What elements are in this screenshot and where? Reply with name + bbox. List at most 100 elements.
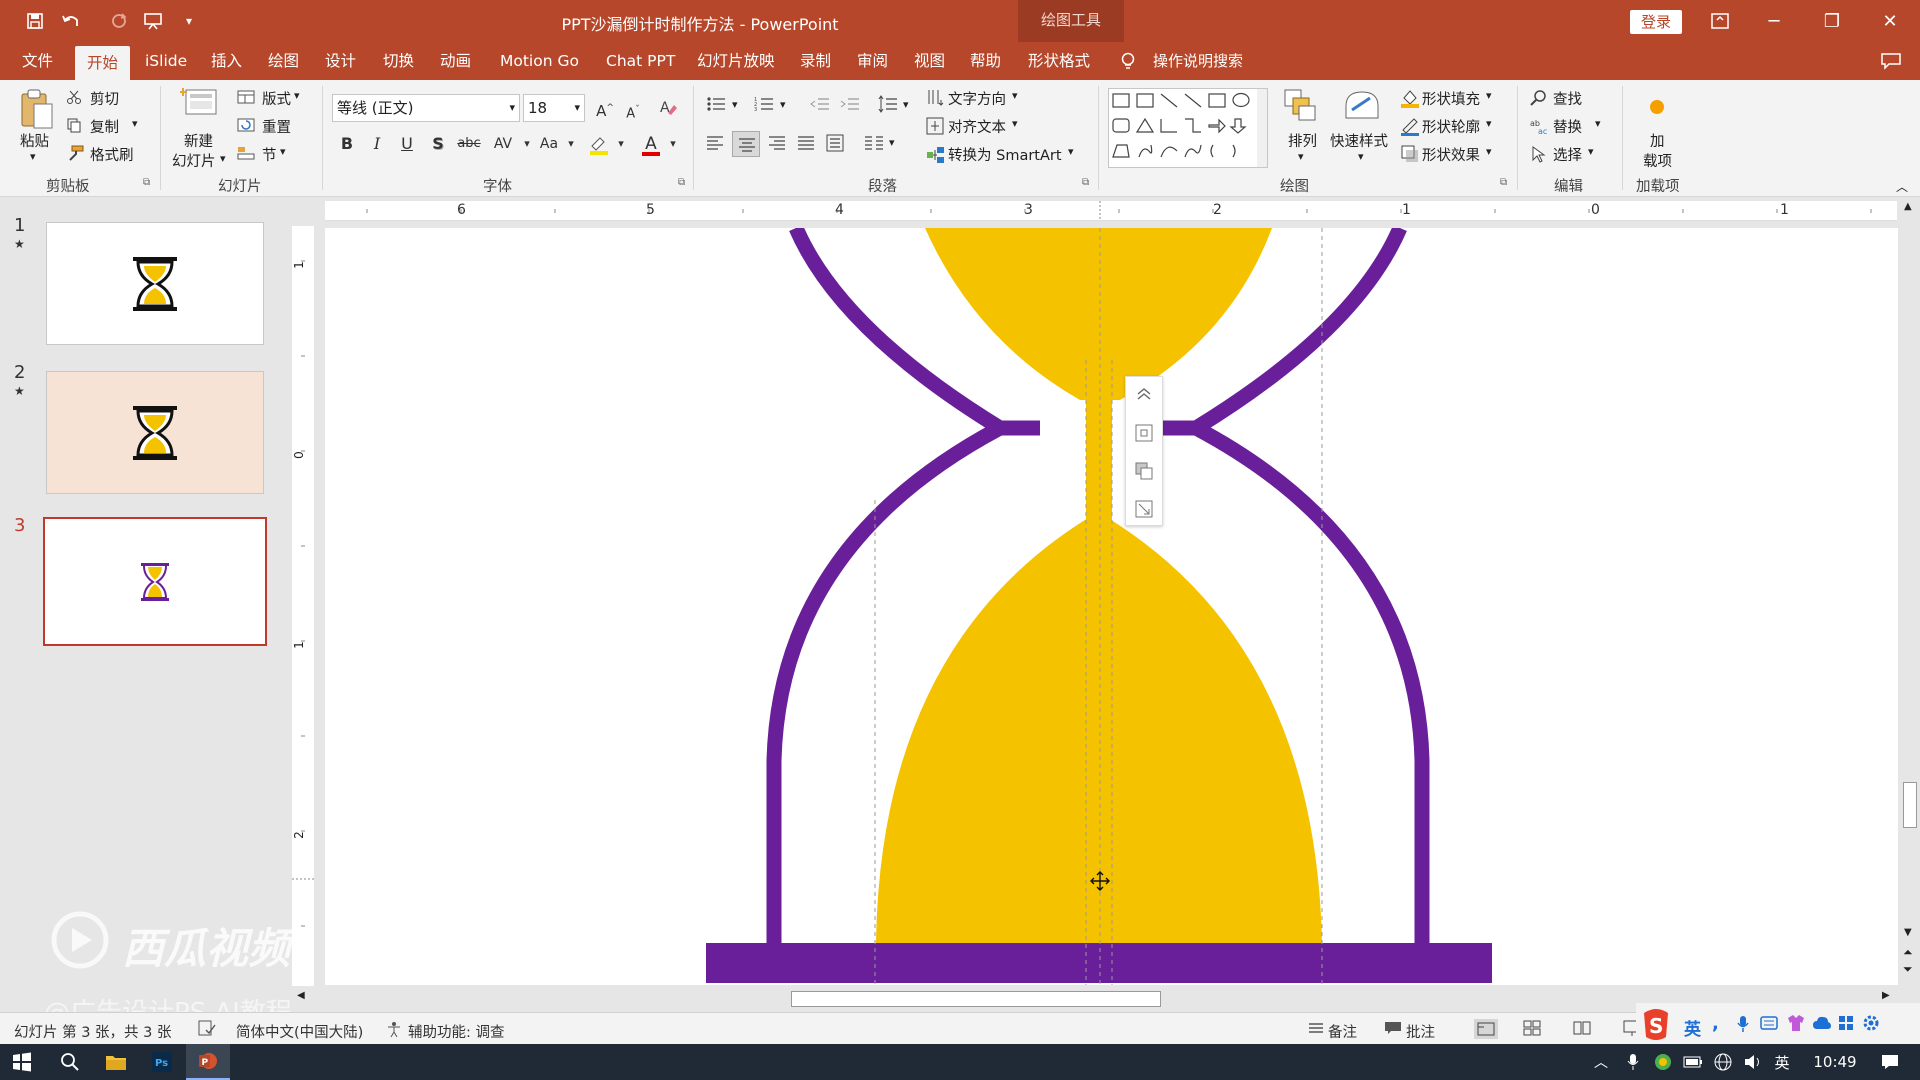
select-label[interactable]: 选择 bbox=[1553, 144, 1582, 165]
present-icon[interactable] bbox=[140, 8, 166, 34]
align-left-icon[interactable] bbox=[706, 135, 724, 151]
text-direction-label[interactable]: 文字方向 bbox=[948, 88, 1006, 109]
ime-cloud-icon[interactable] bbox=[1812, 1015, 1832, 1031]
bold-button[interactable]: B bbox=[336, 132, 358, 156]
bullets-dropdown-icon[interactable]: ▾ bbox=[732, 98, 738, 111]
replace-label[interactable]: 替换 bbox=[1553, 116, 1582, 137]
save-icon[interactable] bbox=[22, 8, 48, 34]
accessibility-status[interactable]: 辅助功能: 调查 bbox=[408, 1021, 505, 1042]
tab-animations[interactable]: 动画 bbox=[440, 42, 471, 80]
format-painter-label[interactable]: 格式刷 bbox=[90, 144, 134, 165]
change-case-dropdown-icon[interactable]: ▾ bbox=[560, 132, 582, 156]
collapse-ribbon-icon[interactable]: ︿ bbox=[1896, 178, 1908, 195]
smartart-icon[interactable] bbox=[926, 146, 946, 164]
drawing-launcher-icon[interactable]: ⧉ bbox=[1500, 177, 1507, 188]
clipboard-launcher-icon[interactable]: ⧉ bbox=[143, 177, 150, 188]
next-slide-icon[interactable]: ⏷ bbox=[1903, 962, 1913, 977]
ime-mic-icon[interactable] bbox=[1736, 1015, 1750, 1033]
close-button[interactable]: ✕ bbox=[1870, 6, 1910, 36]
new-slide-label-1[interactable]: 新建 bbox=[184, 130, 213, 151]
addins-label-1[interactable]: 加 bbox=[1650, 130, 1665, 151]
increase-indent-icon[interactable] bbox=[840, 96, 860, 112]
slide-thumbnail-2[interactable] bbox=[46, 371, 264, 494]
grow-font-button[interactable]: A^ bbox=[594, 96, 616, 120]
layout-dropdown-icon[interactable]: ▾ bbox=[294, 89, 300, 102]
layout-icon[interactable] bbox=[237, 90, 255, 104]
find-icon[interactable] bbox=[1530, 89, 1548, 107]
sand-bottom[interactable] bbox=[876, 512, 1322, 944]
font-launcher-icon[interactable]: ⧉ bbox=[678, 177, 685, 188]
text-direction-icon[interactable] bbox=[926, 88, 944, 106]
start-button-icon[interactable] bbox=[0, 1044, 44, 1080]
slide-thumbnail-3[interactable] bbox=[43, 517, 267, 646]
paste-label[interactable]: 粘贴 bbox=[20, 130, 49, 151]
align-right-icon[interactable] bbox=[768, 135, 786, 151]
italic-button[interactable]: I bbox=[366, 132, 388, 156]
scroll-left-icon[interactable]: ◀ bbox=[297, 990, 305, 1001]
arrange-label[interactable]: 排列 bbox=[1288, 130, 1317, 151]
shape-outline-label[interactable]: 形状轮廓 bbox=[1422, 116, 1480, 137]
tray-ime-indicator[interactable]: 英 bbox=[1768, 1044, 1796, 1080]
spell-check-icon[interactable] bbox=[198, 1020, 216, 1036]
undo-icon[interactable] bbox=[58, 8, 84, 34]
line-spacing-icon[interactable] bbox=[878, 95, 898, 113]
scroll-up-icon[interactable]: ▲ bbox=[1904, 201, 1912, 212]
quick-styles-icon[interactable] bbox=[1342, 88, 1382, 124]
align-text-label[interactable]: 对齐文本 bbox=[948, 116, 1006, 137]
crop-resize-icon[interactable] bbox=[1134, 499, 1154, 519]
shape-fill-label[interactable]: 形状填充 bbox=[1422, 88, 1480, 109]
numbering-dropdown-icon[interactable]: ▾ bbox=[780, 98, 786, 111]
slide-sorter-icon[interactable] bbox=[1522, 1019, 1542, 1037]
tab-chat-ppt[interactable]: Chat PPT bbox=[606, 42, 675, 80]
tab-record[interactable]: 录制 bbox=[800, 42, 831, 80]
notes-icon[interactable] bbox=[1308, 1021, 1324, 1035]
notes-button[interactable]: 备注 bbox=[1328, 1021, 1357, 1042]
scroll-thumb[interactable] bbox=[1903, 782, 1917, 828]
ribbon-display-icon[interactable] bbox=[1700, 6, 1740, 36]
tray-network-icon[interactable] bbox=[1708, 1044, 1738, 1080]
shapes-gallery[interactable] bbox=[1108, 88, 1268, 168]
slide-canvas[interactable] bbox=[325, 228, 1898, 985]
customize-qat-icon[interactable]: ▾ bbox=[176, 8, 202, 34]
paragraph-launcher-icon[interactable]: ⧉ bbox=[1082, 177, 1089, 188]
bullets-icon[interactable] bbox=[706, 96, 726, 112]
shrink-font-button[interactable]: Aˇ bbox=[622, 98, 644, 122]
copy-dropdown-icon[interactable]: ▾ bbox=[132, 117, 138, 130]
section-icon[interactable] bbox=[237, 146, 255, 160]
underline-button[interactable]: U bbox=[396, 132, 418, 156]
find-label[interactable]: 查找 bbox=[1553, 88, 1582, 109]
new-slide-dropdown-icon[interactable]: ▾ bbox=[220, 152, 226, 165]
tab-slideshow[interactable]: 幻灯片放映 bbox=[697, 42, 775, 80]
layout-label[interactable]: 版式 bbox=[262, 88, 291, 109]
tab-shape-format[interactable]: 形状格式 bbox=[1028, 42, 1090, 80]
tab-review[interactable]: 审阅 bbox=[857, 42, 888, 80]
shape-style-icon[interactable] bbox=[1134, 461, 1154, 481]
normal-view-icon[interactable] bbox=[1474, 1019, 1498, 1039]
text-direction-dropdown-icon[interactable]: ▾ bbox=[1012, 89, 1018, 102]
highlight-icon[interactable] bbox=[588, 134, 610, 156]
scroll-down-icon[interactable]: ▼ bbox=[1904, 927, 1912, 938]
shape-effects-icon[interactable] bbox=[1400, 144, 1420, 164]
font-color-button[interactable]: A bbox=[640, 132, 662, 156]
columns-dropdown-icon[interactable]: ▾ bbox=[889, 136, 895, 149]
align-text-dropdown-icon[interactable]: ▾ bbox=[1012, 117, 1018, 130]
shape-fill-dropdown-icon[interactable]: ▾ bbox=[1486, 89, 1492, 102]
smartart-dropdown-icon[interactable]: ▾ bbox=[1068, 145, 1074, 158]
ime-skin-icon[interactable] bbox=[1786, 1014, 1806, 1032]
comments-button[interactable]: 批注 bbox=[1406, 1021, 1435, 1042]
columns-icon[interactable] bbox=[864, 135, 884, 151]
replace-icon[interactable]: ab ac bbox=[1530, 117, 1548, 135]
tab-motion-go[interactable]: Motion Go bbox=[500, 42, 579, 80]
ime-settings-icon[interactable] bbox=[1862, 1014, 1880, 1032]
tray-mic-icon[interactable] bbox=[1618, 1044, 1648, 1080]
align-center-icon[interactable] bbox=[732, 131, 760, 157]
tab-islide[interactable]: iSlide bbox=[145, 42, 187, 80]
paste-dropdown-icon[interactable]: ▾ bbox=[30, 150, 36, 163]
reset-label[interactable]: 重置 bbox=[262, 116, 291, 137]
font-name-select[interactable]: 等线 (正文) ▾ bbox=[332, 94, 520, 122]
scroll-right-icon[interactable]: ▶ bbox=[1882, 990, 1890, 1001]
format-painter-icon[interactable] bbox=[66, 145, 84, 161]
cut-icon[interactable] bbox=[66, 89, 82, 105]
vertical-scrollbar[interactable]: ▲ ▼ ⏶ ⏷ bbox=[1900, 197, 1920, 989]
hourglass-graphic[interactable] bbox=[325, 228, 1898, 985]
